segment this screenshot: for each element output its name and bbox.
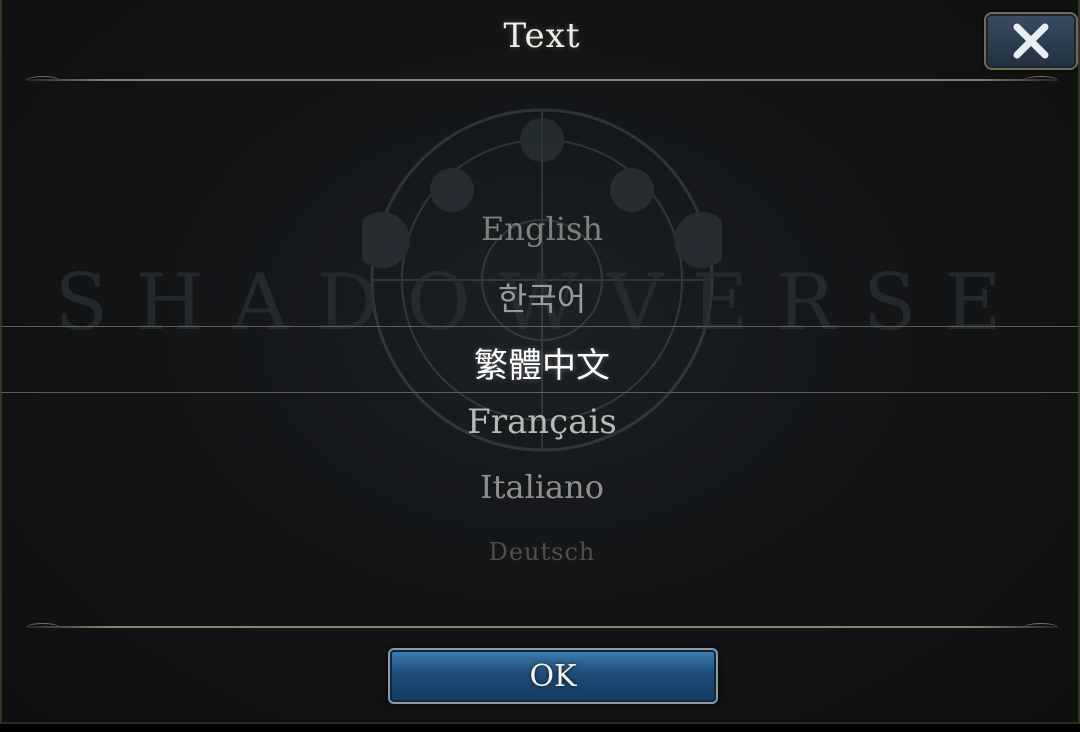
language-option-traditional-chinese[interactable]: 繁體中文 xyxy=(2,338,1078,387)
selection-bottom-line xyxy=(2,392,1078,393)
language-dialog: SHADOWVERSE Text English 한국어 繁體中文 França… xyxy=(0,0,1080,724)
dialog-title: Text xyxy=(503,16,581,56)
language-option-french[interactable]: Français xyxy=(2,402,1078,442)
close-icon xyxy=(1013,23,1049,59)
selection-top-line xyxy=(2,326,1078,327)
close-button[interactable] xyxy=(984,12,1078,70)
top-divider xyxy=(26,76,1058,81)
language-option-english[interactable]: English xyxy=(2,210,1078,248)
language-option-german[interactable]: Deutsch xyxy=(2,538,1078,566)
language-option-italian[interactable]: Italiano xyxy=(2,468,1078,506)
language-option-korean[interactable]: 한국어 xyxy=(2,274,1078,320)
ok-button[interactable]: OK xyxy=(388,648,718,704)
bottom-divider xyxy=(26,623,1058,628)
bottom-strip xyxy=(0,724,1080,732)
